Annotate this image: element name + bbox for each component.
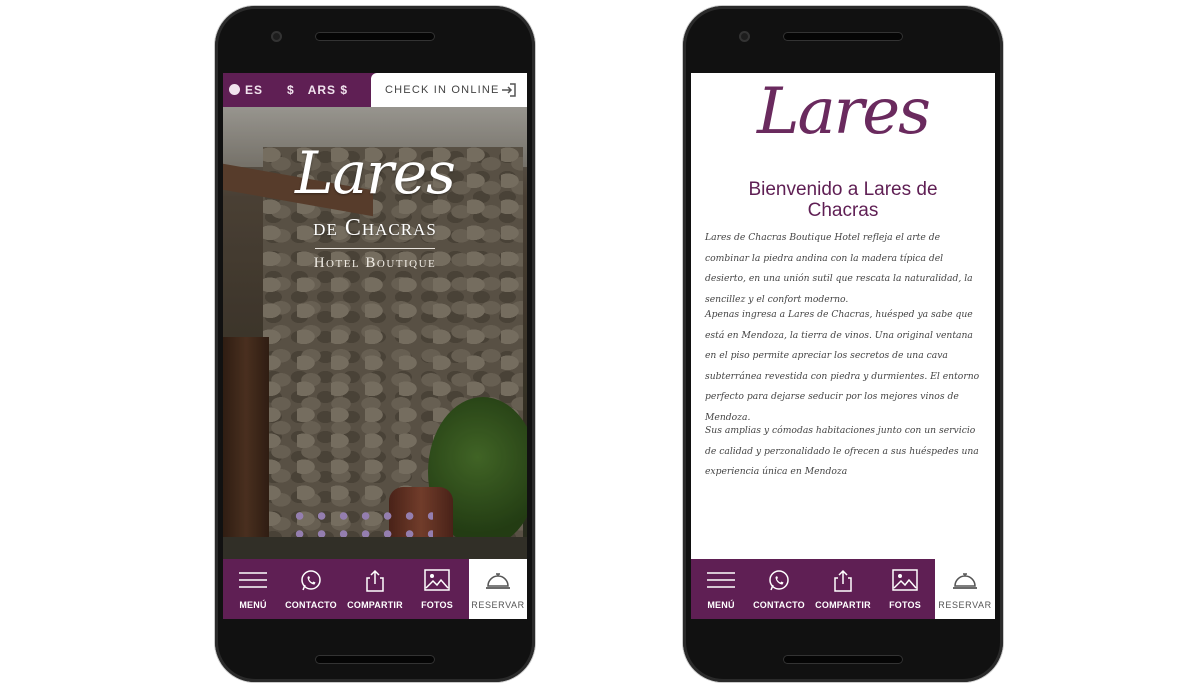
image-icon (424, 569, 450, 591)
share-icon (366, 569, 384, 592)
sign-in-icon (502, 83, 516, 97)
logo-tagline: Hotel Boutique (313, 255, 437, 271)
intro-paragraph: Sus amplias y cómodas habitaciones junto… (705, 425, 979, 477)
welcome-heading: Bienvenido a Lares de Chacras (748, 179, 938, 221)
bottom-nav: MENÚ CONTACTO COMPARTIR FOTOS RESERVAR (223, 559, 527, 619)
nav-book-label: RESERVAR (471, 600, 525, 610)
nav-photos[interactable]: FOTOS (407, 559, 467, 619)
bottom-nav: MENÚ CONTACTO COMPARTIR FOTOS RESERVAR (691, 559, 995, 619)
nav-share-label: COMPARTIR (347, 600, 403, 610)
bottom-speaker (315, 655, 435, 664)
phone-mockup-home: ES $ ARS $ CHECK IN ONLINE Lares de Chac… (215, 6, 535, 682)
nav-menu-label: MENÚ (707, 600, 735, 610)
phone-screen: Lares Bienvenido a Lares de Chacras Lare… (691, 73, 995, 619)
camera-lens (739, 31, 750, 42)
intro-paragraph: Lares de Chacras Boutique Hotel refleja … (705, 232, 973, 305)
nav-contact-label: CONTACTO (285, 600, 337, 610)
nav-contact[interactable]: CONTACTO (749, 559, 809, 619)
nav-book-button[interactable]: RESERVAR (935, 559, 995, 619)
nav-share-label: COMPARTIR (815, 600, 871, 610)
logo-title: Lares (295, 139, 456, 207)
nav-share[interactable]: COMPARTIR (813, 559, 873, 619)
hamburger-icon (239, 572, 267, 588)
intro-paragraph: Apenas ingresa a Lares de Chacras, huésp… (705, 309, 980, 423)
nav-book-button[interactable]: RESERVAR (469, 559, 527, 619)
check-in-online-button[interactable]: CHECK IN ONLINE (371, 73, 527, 107)
nav-photos-label: FOTOS (421, 600, 453, 610)
check-in-label: CHECK IN ONLINE (385, 84, 500, 96)
share-icon (834, 569, 852, 592)
language-selector[interactable]: ES (229, 83, 263, 97)
nav-contact[interactable]: CONTACTO (281, 559, 341, 619)
top-bar: ES $ ARS $ CHECK IN ONLINE (223, 73, 527, 107)
camera-lens (271, 31, 282, 42)
phone-mockup-welcome: Lares Bienvenido a Lares de Chacras Lare… (683, 6, 1003, 682)
service-bell-icon (953, 573, 977, 589)
nav-photos[interactable]: FOTOS (875, 559, 935, 619)
logo-title: Lares (757, 75, 931, 149)
nav-contact-label: CONTACTO (753, 600, 805, 610)
earpiece-speaker (315, 32, 435, 41)
image-icon (892, 569, 918, 591)
logo-divider (315, 248, 435, 249)
dollar-icon: $ (287, 83, 295, 97)
phone-screen: ES $ ARS $ CHECK IN ONLINE Lares de Chac… (223, 73, 527, 619)
hamburger-icon (707, 572, 735, 588)
service-bell-icon (486, 573, 510, 589)
language-label: ES (245, 83, 264, 97)
nav-photos-label: FOTOS (889, 600, 921, 610)
whatsapp-icon (301, 570, 321, 591)
bottom-speaker (783, 655, 903, 664)
earpiece-speaker (783, 32, 903, 41)
currency-label: ARS $ (307, 83, 349, 97)
logo-subtitle: de Chacras (313, 215, 437, 241)
globe-icon (229, 84, 240, 95)
whatsapp-icon (769, 570, 789, 591)
nav-book-label: RESERVAR (938, 600, 992, 610)
nav-share[interactable]: COMPARTIR (345, 559, 405, 619)
nav-menu[interactable]: MENÚ (223, 559, 283, 619)
nav-menu[interactable]: MENÚ (691, 559, 751, 619)
hero-image-hotel-facade: Lares de Chacras Hotel Boutique (223, 107, 527, 559)
nav-menu-label: MENÚ (239, 600, 267, 610)
currency-selector[interactable]: $ ARS $ (287, 83, 348, 97)
